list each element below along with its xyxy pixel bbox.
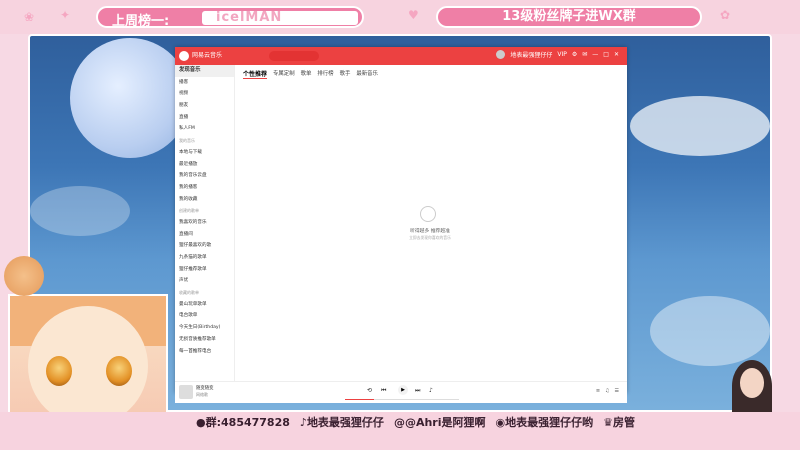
search-input[interactable] [269, 51, 319, 61]
sidebar-item[interactable]: 我的播客 [175, 182, 234, 194]
sidebar-item[interactable]: 无损音质推荐歌单 [175, 334, 234, 346]
user-name[interactable]: 地表最强狸仔仔 [510, 50, 552, 59]
sidebar-item[interactable]: 狸仔最喜欢的歌 [175, 240, 234, 252]
social-text: 地表最强狸仔仔 [306, 416, 384, 429]
title-bar: 网易云音乐 地表最强狸仔仔 VIP ⚙ ✉ — □ ✕ [175, 47, 627, 65]
sidebar-item[interactable]: 声优 [175, 275, 234, 287]
sidebar-item[interactable]: 本地与下载 [175, 147, 234, 159]
group-pill: 13级粉丝牌子进WX群 [436, 6, 702, 28]
star-icon: ✦ [60, 8, 71, 22]
tab-1[interactable]: 专属定制 [273, 69, 295, 79]
close-icon[interactable]: ✕ [614, 51, 619, 58]
social-item: ●群:485477828 [196, 414, 290, 430]
sidebar-item[interactable]: 狸仔推荐歌单 [175, 264, 234, 276]
tab-2[interactable]: 歌单 [301, 69, 312, 79]
sidebar-item[interactable]: 今天生日(Birthday) [175, 322, 234, 334]
social-text: @Ahri是阿狸啊 [404, 416, 486, 429]
minimize-icon[interactable]: — [592, 51, 598, 58]
sidebar-section-header: 收藏的歌单 [179, 290, 199, 296]
at-icon: @ [393, 416, 405, 429]
paw-icon: ✿ [720, 8, 731, 22]
album-cover[interactable] [179, 385, 193, 399]
player-bar: 随变随变 网络歌 ⟲ ⏮ ▶ ⏭ ♪ ≡ ♫ ☰ [175, 381, 627, 403]
previous-icon[interactable]: ⏮ [381, 387, 386, 395]
weibo-icon: ◉ [495, 416, 506, 429]
empty-state-link[interactable]: 立即去发现你喜欢的音乐 [397, 235, 463, 241]
heart-icon: ♥ [408, 8, 419, 22]
paw-icon: ❀ [24, 10, 35, 24]
next-icon[interactable]: ⏭ [415, 387, 420, 395]
app-logo-icon [179, 51, 189, 61]
sidebar-item[interactable]: 我的音乐云盘 [175, 170, 234, 182]
empty-state-title: 听得越多 推荐越准 [410, 229, 450, 234]
maximize-icon[interactable]: □ [603, 51, 609, 58]
playlist-icon[interactable]: ☰ [615, 388, 619, 394]
app-name: 网易云音乐 [192, 52, 223, 59]
tab-0[interactable]: 个性推荐 [243, 69, 268, 79]
moon-illustration [70, 38, 190, 158]
sidebar-item[interactable]: 直播间 [175, 229, 234, 241]
sidebar-item[interactable]: 发现音乐 [175, 65, 234, 77]
empty-state-icon [420, 206, 436, 222]
progress-bar[interactable] [345, 399, 459, 400]
cloud [30, 186, 130, 236]
song-title[interactable]: 随变随变 [196, 385, 214, 391]
volume-icon[interactable]: ♫ [605, 388, 609, 394]
social-item: @@Ahri是阿狸啊 [394, 414, 486, 430]
rank-pill: 上周榜一: icelMAN [96, 6, 364, 29]
sidebar-item[interactable]: 视频 [175, 88, 234, 100]
social-text: 群:485477828 [205, 416, 290, 429]
cat-mascot [4, 256, 44, 296]
settings-icon[interactable]: ⚙ [572, 51, 577, 58]
sidebar-item[interactable]: 播客 [175, 77, 234, 89]
streamer-face [740, 368, 764, 398]
tab-bar: 个性推荐 专属定制 歌单 排行榜 歌手 最新音乐 [243, 69, 378, 79]
top-banner: 上周榜一: icelMAN 13级粉丝牌子进WX群 ✦ ♥ ✿ ❀ [0, 0, 800, 34]
sidebar: 发现音乐 播客 视频 朋友 直播 私人FM 我的音乐 本地与下载 最近播放 我的音乐云盘 我的播客我… [175, 65, 235, 381]
rank-name: icelMAN [202, 11, 358, 25]
tab-4[interactable]: 歌手 [340, 69, 351, 79]
sidebar-item[interactable]: 每一首推荐电台 [175, 346, 234, 358]
vip-badge: VIP [557, 51, 567, 58]
sidebar-item[interactable]: 我喜欢的音乐 [175, 217, 234, 229]
sidebar-item[interactable]: 直播 [175, 112, 234, 124]
play-button[interactable]: ▶ [398, 385, 408, 395]
social-text: 房管 [612, 416, 635, 429]
sidebar-item[interactable]: 我的收藏 [175, 194, 234, 206]
sidebar-item[interactable]: 最近播放 [175, 159, 234, 171]
social-text: 地表最强狸仔仔哟 [505, 416, 594, 429]
social-item: ♪地表最强狸仔仔 [300, 414, 384, 430]
lyrics-icon[interactable]: ♪ [429, 387, 433, 394]
loop-icon[interactable]: ⟲ [367, 387, 372, 394]
sidebar-item[interactable]: 电台歌单 [175, 310, 234, 322]
mail-icon[interactable]: ✉ [582, 51, 587, 58]
music-app-window: 网易云音乐 地表最强狸仔仔 VIP ⚙ ✉ — □ ✕ 发现音乐 播客 视频 朋友 直播… [175, 47, 627, 403]
tab-5[interactable]: 最新音乐 [356, 69, 378, 79]
tiktok-icon: ♪ [299, 416, 307, 429]
crown-icon: ♛ [603, 416, 613, 429]
cloud [630, 96, 770, 156]
avatar[interactable] [496, 50, 506, 59]
penguin-icon: ● [196, 416, 206, 429]
sidebar-section-header: 创建的歌单 [179, 208, 199, 214]
social-item: ♛房管 [603, 414, 635, 430]
cloud [650, 296, 770, 366]
sidebar-item[interactable]: 九条猫的歌单 [175, 252, 234, 264]
sidebar-item[interactable]: 私人FM [175, 123, 234, 135]
rank-label: 上周榜一: [112, 14, 170, 29]
sidebar-section-header: 我的音乐 [179, 138, 195, 144]
sidebar-item[interactable]: 曼山玩单歌单 [175, 299, 234, 311]
social-item: ◉地表最强狸仔仔哟 [495, 414, 593, 430]
sidebar-item[interactable]: 朋友 [175, 100, 234, 112]
quality-icon[interactable]: ≡ [596, 388, 600, 394]
artist-name[interactable]: 网络歌 [196, 392, 208, 398]
tab-3[interactable]: 排行榜 [317, 69, 333, 79]
